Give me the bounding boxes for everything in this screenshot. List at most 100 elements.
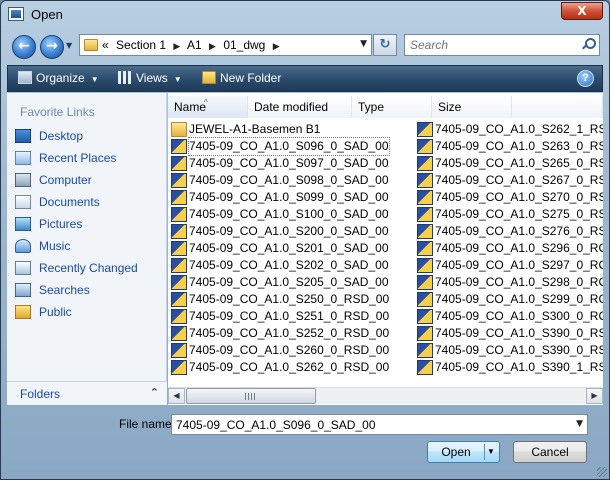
views-button[interactable]: Views ▼ [118, 71, 182, 85]
organize-label: Organize [36, 71, 85, 85]
search-box[interactable] [404, 34, 600, 56]
file-item[interactable]: 7405-09_CO_A1.0_S097_0_SAD_00 [171, 155, 415, 172]
title-bar[interactable]: Open X [1, 1, 609, 29]
breadcrumb-overflow[interactable]: « [102, 38, 109, 52]
scroll-right-button[interactable]: ▶ [586, 388, 603, 404]
nav-item-public[interactable]: Public [15, 303, 165, 323]
cancel-button[interactable]: Cancel [513, 441, 587, 463]
chevron-up-icon[interactable]: ⌃ [150, 386, 159, 399]
file-item[interactable]: 7405-09_CO_A1.0_S265_0_RSD_0 [417, 155, 603, 172]
nav-item-music[interactable]: Music [15, 237, 165, 257]
file-item[interactable]: 7405-09_CO_A1.0_S201_0_SAD_00 [171, 240, 415, 257]
public-folder-icon [15, 305, 31, 319]
nav-item-documents[interactable]: Documents [15, 193, 165, 213]
scroll-thumb[interactable] [186, 388, 316, 404]
nav-item-label: Documents [39, 195, 100, 209]
file-name-combobox[interactable]: ▼ [171, 414, 588, 435]
refresh-button[interactable]: ↻ [373, 34, 397, 56]
file-item[interactable]: 7405-09_CO_A1.0_S100_0_SAD_00 [171, 206, 415, 223]
file-item[interactable]: JEWEL-A1-Basemen B1 [171, 121, 415, 138]
file-item[interactable]: 7405-09_CO_A1.0_S390_0_RSL_0 [417, 325, 603, 342]
file-item[interactable]: 7405-09_CO_A1.0_S250_0_RSD_00 [171, 291, 415, 308]
file-item[interactable]: 7405-09_CO_A1.0_S390_0_RSL_0 [417, 342, 603, 359]
file-name: 7405-09_CO_A1.0_S298_0_RCW_ [435, 275, 603, 289]
open-button[interactable]: Open ▼ [427, 441, 500, 463]
file-name: 7405-09_CO_A1.0_S390_0_RSL_0 [435, 326, 603, 340]
open-options-dropdown-icon[interactable]: ▼ [487, 442, 495, 462]
dwg-file-icon [417, 241, 433, 256]
file-name-input[interactable] [172, 415, 567, 434]
file-item[interactable]: 7405-09_CO_A1.0_S200_0_SAD_00 [171, 223, 415, 240]
horizontal-scrollbar[interactable]: ◀ ▶ [168, 387, 603, 404]
new-folder-button[interactable]: New Folder [202, 71, 281, 85]
file-item[interactable]: 7405-09_CO_A1.0_S270_0_RSD_0 [417, 189, 603, 206]
column-header-size[interactable]: Size [432, 96, 512, 118]
column-header-name[interactable]: ^ Name [168, 96, 248, 118]
dwg-file-icon [417, 173, 433, 188]
back-button[interactable]: ← [12, 35, 36, 59]
file-name: 7405-09_CO_A1.0_S262_0_RSD_00 [189, 360, 390, 374]
nav-item-pictures[interactable]: Pictures [15, 215, 165, 235]
dwg-file-icon [417, 343, 433, 358]
resize-grip-icon[interactable] [597, 467, 607, 477]
breadcrumb-section-1[interactable]: Section 1 [116, 38, 166, 52]
favorite-links-header: Favorite Links [20, 105, 95, 119]
recently-changed-icon [15, 261, 31, 275]
file-item[interactable]: 7405-09_CO_A1.0_S098_0_SAD_00 [171, 172, 415, 189]
column-header-date-modified[interactable]: Date modified [248, 96, 352, 118]
file-item[interactable]: 7405-09_CO_A1.0_S296_0_RCW_ [417, 240, 603, 257]
file-item[interactable]: 7405-09_CO_A1.0_S276_0_RSD_0 [417, 223, 603, 240]
file-item[interactable]: 7405-09_CO_A1.0_S263_0_RSD_0 [417, 138, 603, 155]
file-item[interactable]: 7405-09_CO_A1.0_S298_0_RCW_ [417, 274, 603, 291]
file-list: ^ Name Date modified Type Size JEWEL-A1-… [168, 93, 603, 405]
file-item[interactable]: 7405-09_CO_A1.0_S252_0_RSD_00 [171, 325, 415, 342]
folders-toggle[interactable]: Folders ⌃ [7, 381, 167, 405]
nav-item-recent-places[interactable]: Recent Places [15, 149, 165, 169]
file-item[interactable]: 7405-09_CO_A1.0_S262_1_RSD_0 [417, 121, 603, 138]
file-name-dropdown-icon[interactable]: ▼ [576, 419, 583, 429]
chevron-down-icon: ▼ [173, 75, 182, 84]
file-item[interactable]: 7405-09_CO_A1.0_S275_0_RSD_0 [417, 206, 603, 223]
breadcrumb-01-dwg[interactable]: 01_dwg [223, 38, 265, 52]
file-item[interactable]: 7405-09_CO_A1.0_S096_0_SAD_00 [171, 137, 415, 156]
nav-item-recently-changed[interactable]: Recently Changed [15, 259, 165, 279]
file-name: 7405-09_CO_A1.0_S296_0_RCW_ [435, 241, 603, 255]
close-button[interactable]: X [561, 2, 603, 20]
dwg-file-icon [171, 139, 187, 154]
file-item[interactable]: 7405-09_CO_A1.0_S267_0_RSD_0 [417, 172, 603, 189]
file-item[interactable]: 7405-09_CO_A1.0_S299_0_RCW_ [417, 291, 603, 308]
file-item[interactable]: 7405-09_CO_A1.0_S262_0_RSD_00 [171, 359, 415, 376]
help-icon[interactable]: ? [577, 70, 594, 87]
address-dropdown-icon[interactable]: ▼ [360, 39, 367, 49]
scroll-left-button[interactable]: ◀ [168, 388, 185, 404]
forward-button[interactable]: → [40, 35, 64, 59]
organize-button[interactable]: Organize ▼ [18, 71, 99, 85]
dwg-file-icon [171, 173, 187, 188]
recent-pages-dropdown-icon[interactable]: ▼ [66, 41, 72, 50]
nav-item-desktop[interactable]: Desktop [15, 127, 165, 147]
search-input[interactable] [405, 35, 575, 55]
file-item[interactable]: 7405-09_CO_A1.0_S390_1_RSL_0 [417, 359, 603, 376]
file-item[interactable]: 7405-09_CO_A1.0_S099_0_SAD_00 [171, 189, 415, 206]
nav-item-searches[interactable]: Searches [15, 281, 165, 301]
breadcrumb-a1[interactable]: A1 [187, 38, 202, 52]
address-bar[interactable]: « Section 1 ▶ A1 ▶ 01_dwg ▶ ▼ [79, 34, 372, 56]
file-item[interactable]: 7405-09_CO_A1.0_S260_0_RSD_00 [171, 342, 415, 359]
nav-item-computer[interactable]: Computer [15, 171, 165, 191]
breadcrumb-separator-icon[interactable]: ▶ [173, 41, 180, 51]
file-item[interactable]: 7405-09_CO_A1.0_S297_0_RCW_ [417, 257, 603, 274]
column-header-filler [512, 96, 603, 118]
column-header-type[interactable]: Type [352, 96, 432, 118]
file-item[interactable]: 7405-09_CO_A1.0_S202_0_SAD_00 [171, 257, 415, 274]
breadcrumb-separator-icon[interactable]: ▶ [209, 41, 216, 51]
breadcrumb-separator-icon[interactable]: ▶ [273, 41, 280, 51]
file-item[interactable]: 7405-09_CO_A1.0_S300_0_RCW_ [417, 308, 603, 325]
file-item[interactable]: 7405-09_CO_A1.0_S251_0_RSD_00 [171, 308, 415, 325]
file-item[interactable]: 7405-09_CO_A1.0_S205_0_SAD_00 [171, 274, 415, 291]
navigation-pane: Favorite Links Desktop Recent Places Com… [7, 93, 167, 405]
search-icon[interactable] [582, 38, 596, 50]
dwg-file-icon [417, 156, 433, 171]
nav-item-label: Desktop [39, 129, 84, 143]
file-name: 7405-09_CO_A1.0_S297_0_RCW_ [435, 258, 603, 272]
app-icon [8, 7, 24, 21]
